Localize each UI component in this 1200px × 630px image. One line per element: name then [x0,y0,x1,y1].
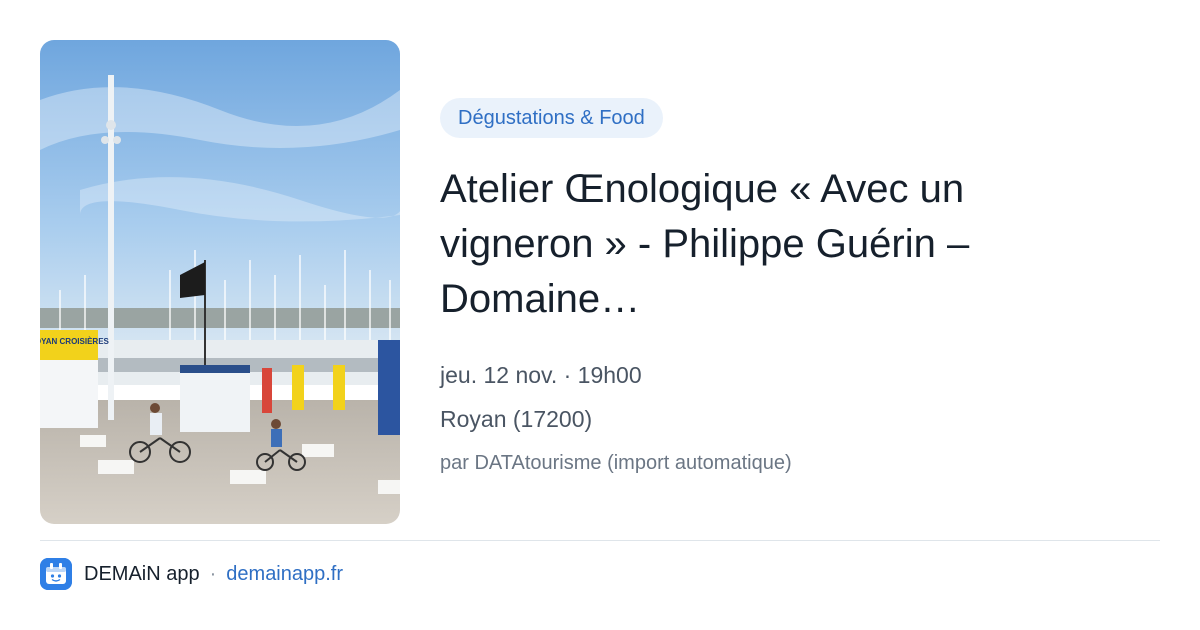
category-tag[interactable]: Dégustations & Food [440,98,663,138]
photo-sign-text: ROYAN CROISIÈRES [40,337,110,346]
footer-site-link[interactable]: demainapp.fr [226,563,343,586]
event-source: par DATAtourisme (import automatique) [440,452,792,474]
footer-brand: DEMAiN app [84,562,200,585]
event-share-card: ROYAN CROISIÈRES [0,0,1200,630]
event-details: Dégustations & Food Atelier Œnologique «… [440,98,1140,485]
footer-separator: · [209,562,217,585]
event-meta: jeu. 12 nov. · 19h00 Royan (17200) par D… [440,353,1140,485]
footer: DEMAiN app · demainapp.fr [40,557,343,591]
event-location: Royan (17200) [440,406,593,432]
event-photo: ROYAN CROISIÈRES [40,40,400,524]
event-date-time: jeu. 12 nov. · 19h00 [440,362,642,388]
footer-divider [40,540,1160,541]
demain-calendar-icon [40,558,72,590]
event-title[interactable]: Atelier Œnologique « Avec un vigneron » … [440,162,1080,327]
